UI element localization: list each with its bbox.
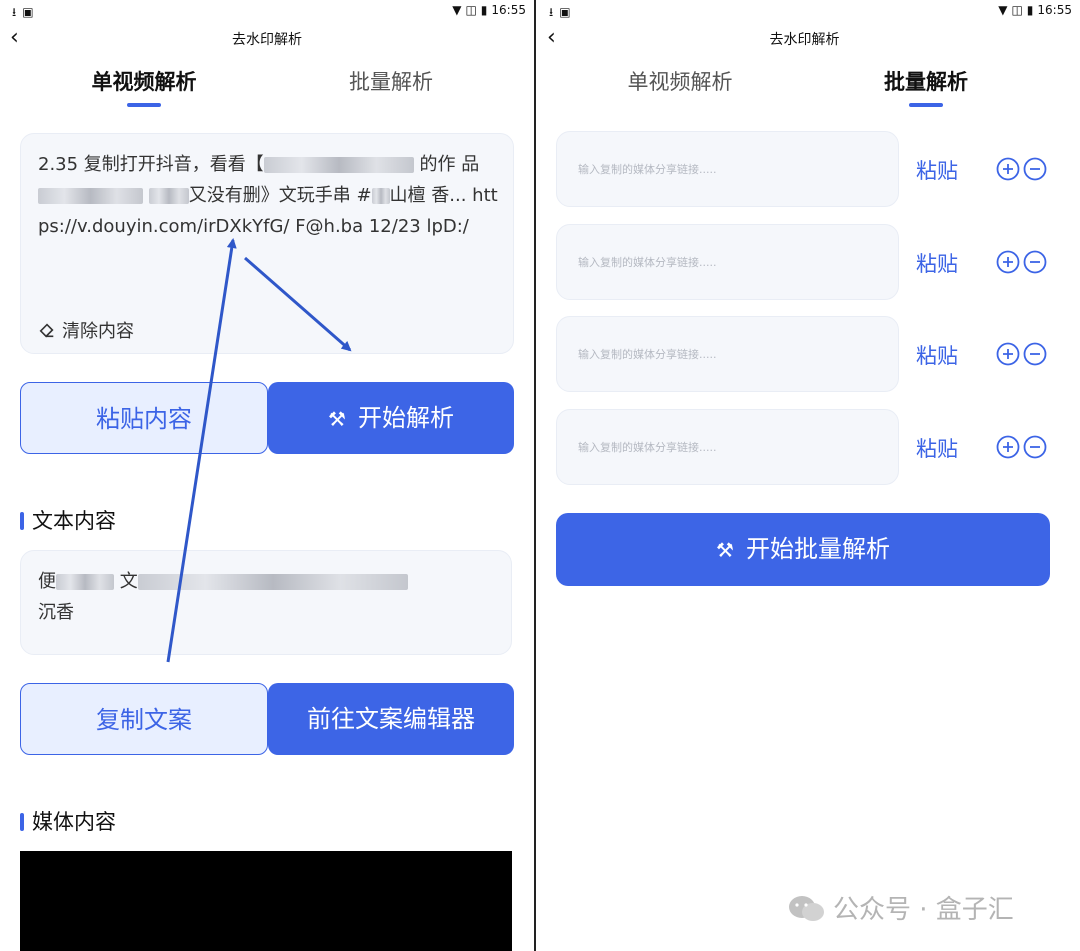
status-right: ▼ ◫ ▮ 16:55 [448,3,526,17]
download-icon: ⭳ [549,5,560,19]
share-text-mid4: 山檀 [389,185,426,206]
battery-icon: ▮ [1026,3,1034,17]
open-editor-button[interactable]: 前往文案编辑器 [268,683,514,755]
paste-button[interactable]: 粘贴 [916,433,958,463]
no-sim-icon: ◫ [465,3,477,17]
title-bar: ‹ 去水印解析 [0,24,534,54]
link-row: 输入复制的媒体分享链接..... 粘贴 [537,409,1080,487]
copy-text-mid: 文 [119,571,138,592]
tab-bar: 单视频解析 批量解析 [537,66,1080,110]
paste-button[interactable]: 粘贴 [916,155,958,185]
share-text-mid1: 的作 [419,154,456,175]
single-parse-screen: ⭳▣ ▼ ◫ ▮ 16:55 ‹ 去水印解析 单视频解析 批量解析 2.35 复制打开… [0,0,534,951]
paste-button[interactable]: 粘贴 [916,340,958,370]
page-title: 去水印解析 [232,32,302,48]
blurred-text-2 [148,188,189,204]
start-batch-parse-label: 开始批量解析 [745,535,890,563]
share-text-mid3: 又没有删》文玩手串 # [188,185,372,206]
link-input[interactable]: 输入复制的媒体分享链接..... [556,316,899,392]
wechat-watermark: 公众号 · 盒子汇 [787,889,1014,926]
title-bar: ‹ 去水印解析 [537,24,1080,54]
link-input[interactable]: 输入复制的媒体分享链接..... [556,131,899,207]
blurred-text-3 [371,188,390,204]
copy-text-start: 便 [38,571,56,592]
link-row: 输入复制的媒体分享链接..... 粘贴 [537,131,1080,209]
link-input[interactable]: 输入复制的媒体分享链接..... [556,409,899,485]
status-left-icons: ⭳▣ [549,3,577,24]
page-title: 去水印解析 [769,32,840,48]
status-left-icons: ⭳▣ [12,3,40,24]
clear-content-label: 清除内容 [62,321,134,342]
blurred-author [263,157,414,173]
text-section-label: 文本内容 [32,509,116,533]
batch-parse-screen: ⭳▣ ▼ ◫ ▮ 16:55 ‹ 去水印解析 单视频解析 批量解析 输入复制的媒体分享… [537,0,1080,951]
blurred-copy-2 [137,574,408,590]
status-bar: ⭳▣ ▼ ◫ ▮ 16:55 [537,0,1080,22]
status-bar: ⭳▣ ▼ ◫ ▮ 16:55 [0,0,534,22]
no-sim-icon: ◫ [1011,3,1023,17]
media-content-section-title: 媒体内容 [20,806,116,836]
link-row: 输入复制的媒体分享链接..... 粘贴 [537,224,1080,302]
remove-row-icon[interactable] [1023,157,1047,181]
share-link-textarea[interactable]: 2.35 复制打开抖音，看看【 的作 品 又没有删》文玩手串 # 山檀 香... … [20,133,514,354]
paste-button[interactable]: 粘贴 [916,248,958,278]
clear-content-button[interactable]: 清除内容 [38,317,134,343]
battery-icon: ▮ [480,3,488,17]
status-time: 16:55 [491,3,526,17]
tab-single-video[interactable]: 单视频解析 [580,66,780,96]
wechat-icon [789,896,824,921]
text-content-section-title: 文本内容 [20,505,116,535]
start-batch-parse-button[interactable]: ⚒ 开始批量解析 [556,513,1050,586]
media-section-label: 媒体内容 [32,810,116,834]
remove-row-icon[interactable] [1023,435,1047,459]
tab-active-indicator [909,103,943,107]
magic-wand-icon: ⚒ [328,407,346,431]
add-row-icon[interactable] [996,157,1020,181]
magic-wand-icon: ⚒ [716,538,734,562]
tab-single-video[interactable]: 单视频解析 [44,66,244,96]
paste-content-button[interactable]: 粘贴内容 [20,382,268,454]
share-text: 2.35 复制打开抖音，看看【 的作 品 又没有删》文玩手串 # 山檀 香... … [38,149,498,242]
add-row-icon[interactable] [996,250,1020,274]
share-text-mid2: 品 [461,154,480,175]
copy-text-end: 沉香 [38,602,74,623]
section-bar [20,512,24,530]
section-bar [20,813,24,831]
status-time: 16:55 [1037,3,1072,17]
remove-row-icon[interactable] [1023,342,1047,366]
share-text-prefix: 2.35 复制打开抖音，看看【 [38,154,264,175]
copy-text: 便 文 沉香 [38,566,498,628]
blurred-copy-1 [56,574,114,590]
tab-batch[interactable]: 批量解析 [291,66,491,96]
image-icon: ▣ [559,5,577,19]
add-row-icon[interactable] [996,435,1020,459]
link-input[interactable]: 输入复制的媒体分享链接..... [556,224,899,300]
wifi-icon: ▼ [998,3,1008,17]
copy-text-button[interactable]: 复制文案 [20,683,268,755]
tab-batch[interactable]: 批量解析 [826,66,1026,96]
tab-bar: 单视频解析 批量解析 [0,66,534,110]
start-parse-label: 开始解析 [357,404,454,432]
screen-divider [534,0,536,951]
download-icon: ⭳ [12,5,23,19]
media-preview[interactable] [20,851,512,951]
start-parse-button[interactable]: ⚒ 开始解析 [268,382,514,454]
status-right: ▼ ◫ ▮ 16:55 [994,3,1072,17]
copy-text-card: 便 文 沉香 [20,550,512,655]
link-row: 输入复制的媒体分享链接..... 粘贴 [537,316,1080,394]
blurred-text [38,188,143,204]
watermark-text: 公众号 · 盒子汇 [833,895,1014,925]
tab-active-indicator [127,103,161,107]
add-row-icon[interactable] [996,342,1020,366]
image-icon: ▣ [22,5,40,19]
wifi-icon: ▼ [452,3,462,17]
eraser-icon [39,323,54,338]
remove-row-icon[interactable] [1023,250,1047,274]
